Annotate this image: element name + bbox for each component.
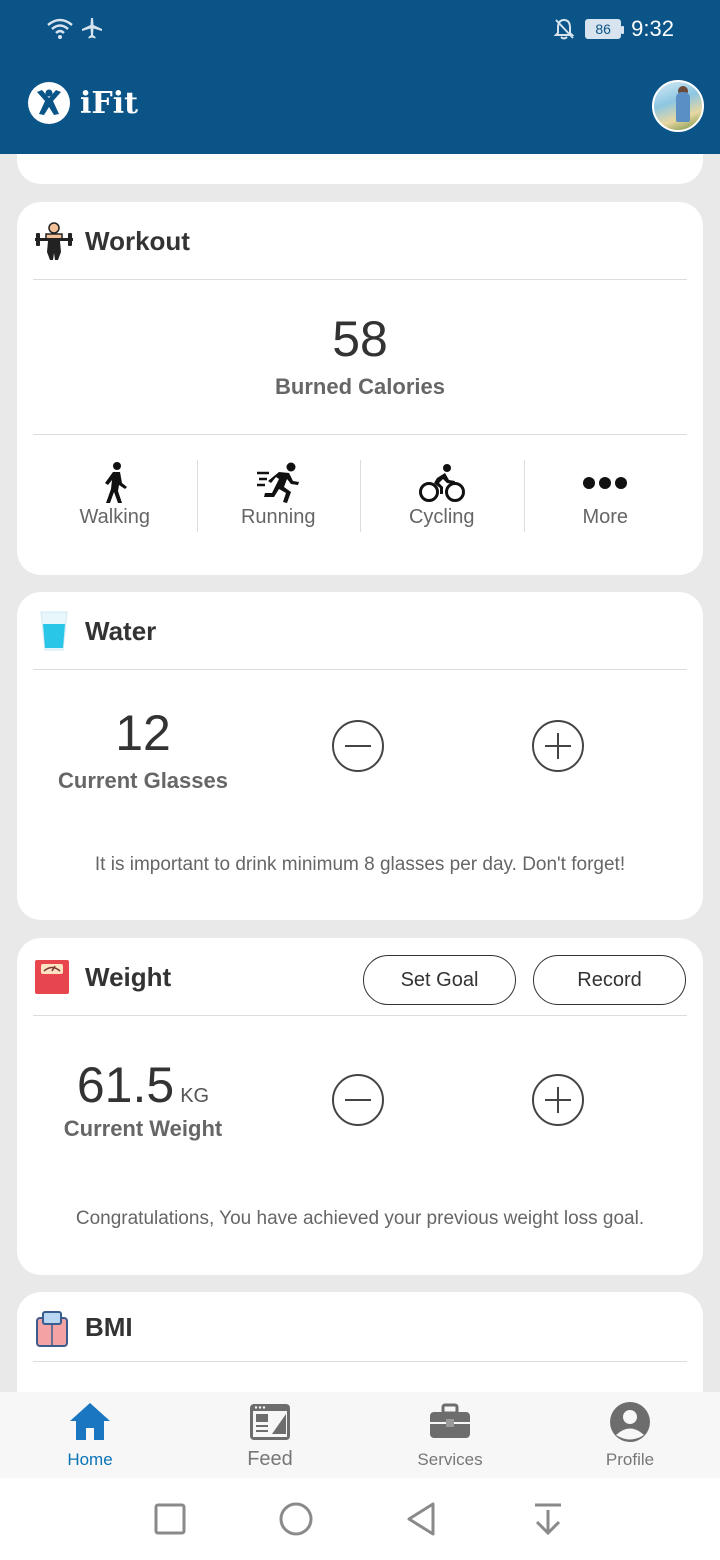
wifi-icon <box>47 18 73 39</box>
calories-block: 58 Burned Calories <box>17 310 703 400</box>
avatar-body <box>676 92 690 122</box>
plus-icon-v <box>557 1087 559 1113</box>
weight-label: Current Weight <box>63 1116 223 1141</box>
nav-label: Services <box>417 1450 483 1469</box>
main-content[interactable]: Workout 58 Burned Calories Walking Runni… <box>0 154 720 1392</box>
activity-list: Walking Running Cycling More <box>33 460 687 532</box>
previous-card <box>17 154 703 184</box>
nav-feed[interactable]: Feed <box>180 1392 360 1478</box>
weight-note: Congratulations, You have achieved your … <box>75 1208 645 1229</box>
weight-value-row: 61.5 KG <box>77 1056 209 1114</box>
running-icon <box>257 462 300 503</box>
profile-icon <box>610 1402 650 1442</box>
bell-off-icon <box>553 18 575 40</box>
feed-icon <box>250 1404 290 1440</box>
home-circle-icon[interactable] <box>277 1500 315 1538</box>
nav-home[interactable]: Home <box>0 1392 180 1478</box>
calories-label: Burned Calories <box>275 374 445 399</box>
walking-icon <box>104 462 127 503</box>
water-decrement-button[interactable] <box>332 720 384 772</box>
nav-label: Profile <box>605 1450 655 1469</box>
activity-cycling[interactable]: Cycling <box>360 460 524 532</box>
more-icon <box>583 477 628 489</box>
water-card: Water 12 Current Glasses It is important… <box>17 592 703 920</box>
water-value: 12 <box>115 705 171 761</box>
weight-decrement-button[interactable] <box>332 1074 384 1126</box>
notification-pull-icon[interactable] <box>529 1500 567 1538</box>
activity-label: Walking <box>79 506 150 528</box>
services-icon <box>430 1403 470 1438</box>
activity-label: Running <box>240 506 316 528</box>
bmi-title: BMI <box>85 1312 133 1342</box>
workout-card: Workout 58 Burned Calories Walking Runni… <box>17 202 703 575</box>
bmi-card: BMI <box>17 1292 703 1392</box>
workout-title: Workout <box>85 226 190 256</box>
app-bar: iFit <box>0 60 720 154</box>
workout-divider <box>33 434 687 435</box>
activity-more[interactable]: More <box>523 460 688 532</box>
weight-card: Weight Set Goal Record 61.5 KG Current W… <box>17 938 703 1275</box>
water-label: Current Glasses <box>58 768 228 793</box>
scale-icon <box>35 960 69 994</box>
activity-walking[interactable]: Walking <box>33 460 197 532</box>
weight-increment-button[interactable] <box>532 1074 584 1126</box>
minus-icon <box>345 1099 371 1101</box>
bottom-nav: Home Feed Services Profile <box>0 1392 720 1478</box>
plus-icon-v <box>557 733 559 759</box>
water-note: It is important to drink minimum 8 glass… <box>94 854 626 875</box>
calories-value: 58 <box>332 311 388 367</box>
status-left <box>46 16 104 40</box>
weight-header: Weight Set Goal Record <box>33 938 687 1016</box>
nav-profile[interactable]: Profile <box>540 1392 720 1478</box>
logo-mark-icon <box>28 82 70 124</box>
status-bar: 86 9:32 <box>0 0 720 60</box>
home-icon <box>70 1403 110 1440</box>
activity-label: Cycling <box>408 506 475 528</box>
recents-icon[interactable] <box>151 1500 189 1538</box>
nav-services[interactable]: Services <box>360 1392 540 1478</box>
nav-label: Home <box>67 1450 113 1469</box>
app-name: iFit <box>80 85 138 121</box>
airplane-icon <box>82 18 102 39</box>
water-glass-icon <box>40 611 68 651</box>
bmi-scale-icon <box>36 1311 68 1347</box>
set-goal-button[interactable]: Set Goal <box>363 955 516 1005</box>
clock: 9:32 <box>631 16 674 41</box>
weight-unit: KG <box>180 1085 210 1107</box>
water-header: Water <box>33 592 687 670</box>
weight-value: 61.5 <box>76 1057 175 1113</box>
activity-label: More <box>582 506 629 528</box>
water-title: Water <box>85 616 157 646</box>
water-count-block: 12 Current Glasses <box>33 704 253 794</box>
status-right: 86 9:32 <box>553 16 674 42</box>
battery-indicator: 86 <box>585 19 625 39</box>
water-increment-button[interactable] <box>532 720 584 772</box>
nav-label: Feed <box>247 1448 293 1470</box>
app-logo: iFit <box>28 82 138 124</box>
system-nav-bar <box>0 1478 720 1560</box>
cycling-icon <box>418 464 465 502</box>
weight-value-block: 61.5 KG Current Weight <box>33 1056 253 1142</box>
weightlifter-icon <box>35 222 73 260</box>
bmi-header: BMI <box>33 1292 687 1362</box>
weight-title: Weight <box>85 962 172 992</box>
avatar[interactable] <box>652 80 704 132</box>
workout-header: Workout <box>33 202 687 280</box>
minus-icon <box>345 745 371 747</box>
back-icon[interactable] <box>403 1500 441 1538</box>
activity-running[interactable]: Running <box>196 460 361 532</box>
record-button[interactable]: Record <box>533 955 686 1005</box>
